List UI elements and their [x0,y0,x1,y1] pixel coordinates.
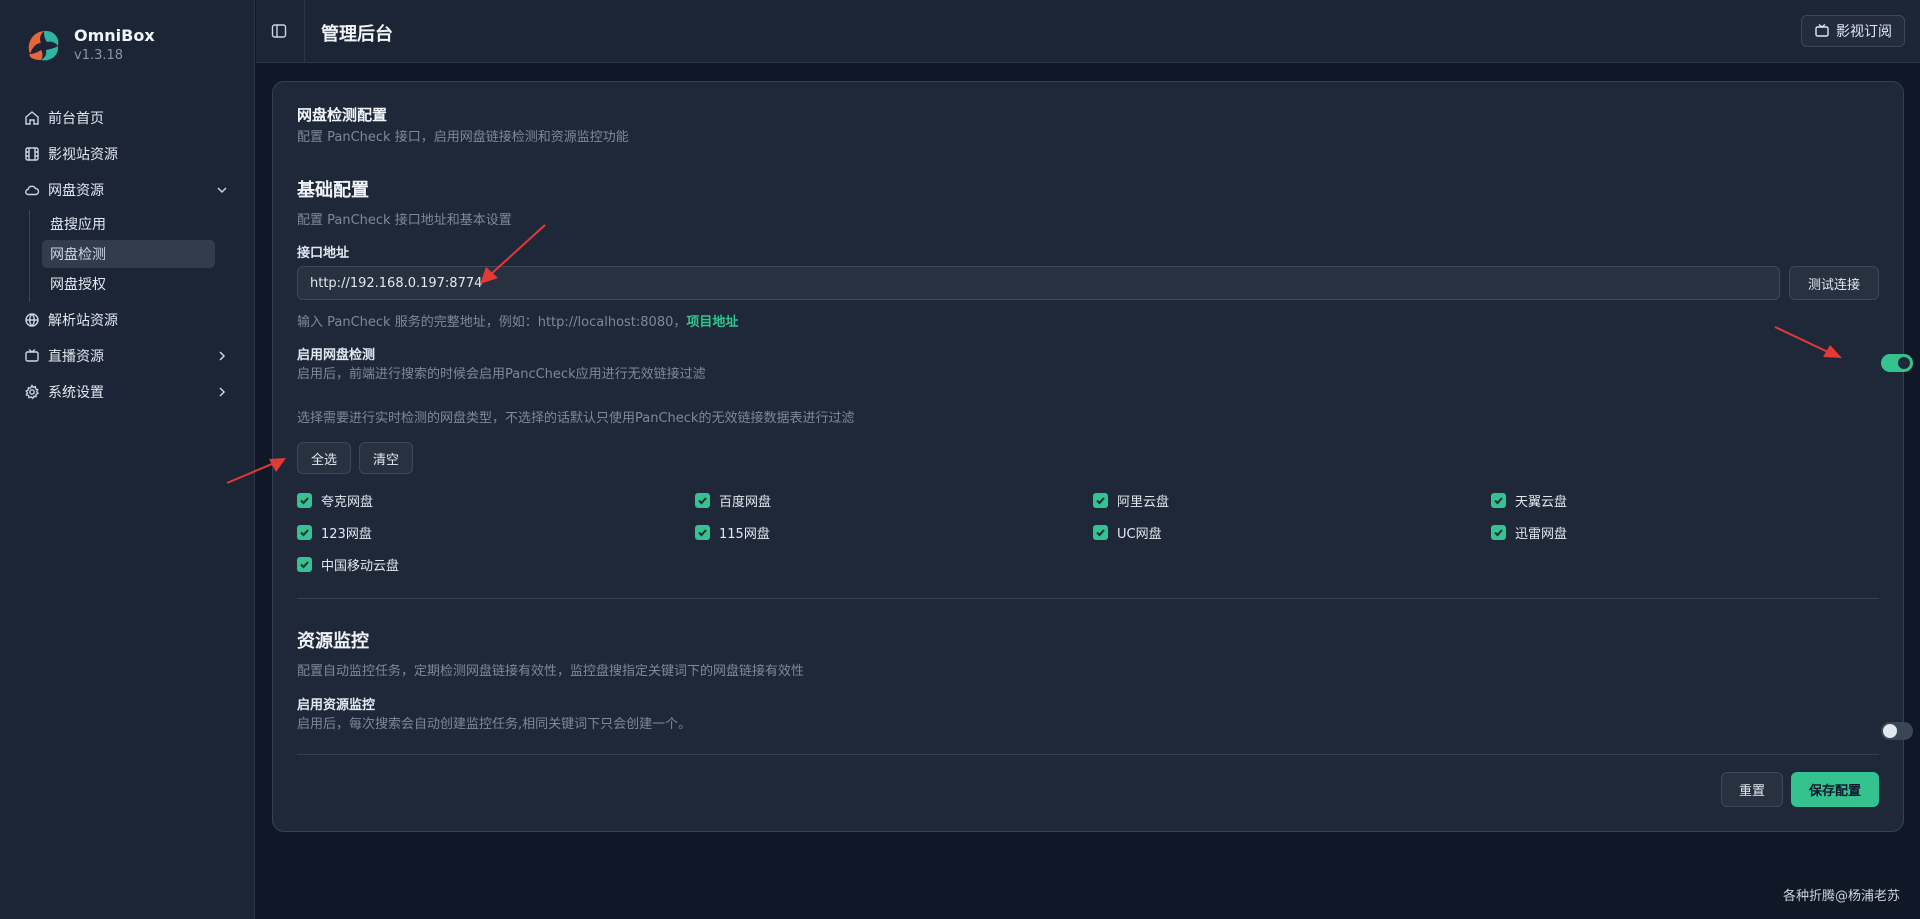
chevron-right-icon [216,349,230,363]
drive-checkbox-uc[interactable]: UC网盘 [1093,523,1162,542]
api-url-input[interactable]: http://192.168.0.197:8774 [297,266,1780,300]
checkbox-checked-icon [1491,493,1506,508]
enable-monitor-title: 启用资源监控 [297,698,376,713]
sidebar-item-pansou-app[interactable]: 盘搜应用 [42,210,215,238]
checkbox-checked-icon [695,525,710,540]
monitor-title: 资源监控 [297,631,369,652]
reset-button[interactable]: 重置 [1721,772,1783,807]
toggle-knob [1898,357,1910,369]
tv-icon [1815,23,1829,37]
sidebar-item-label: 解析站资源 [48,313,118,329]
drive-checkbox-xunlei[interactable]: 迅雷网盘 [1491,523,1567,542]
checkbox-checked-icon [695,493,710,508]
drive-label: 阿里云盘 [1117,495,1170,510]
netdisk-check-card: 网盘检测配置 配置 PanCheck 接口，启用网盘链接检测和资源监控功能 基础… [272,81,1913,832]
save-config-button[interactable]: 保存配置 [1791,772,1879,807]
section-divider [297,598,1879,599]
chevron-down-icon [216,183,230,197]
film-icon [24,146,40,162]
api-url-hint: 输入 PanCheck 服务的完整地址，例如：http://localhost:… [297,311,738,330]
api-url-hint-text: 输入 PanCheck 服务的完整地址，例如：http://localhost:… [297,315,687,330]
home-icon [24,110,40,126]
drive-select-desc: 选择需要进行实时检测的网盘类型，不选择的话默认只使用PanCheck的无效链接数… [297,411,855,426]
checkbox-checked-icon [1491,525,1506,540]
drive-label: 123网盘 [321,527,372,542]
sidebar-item-film-sites[interactable]: 影视站资源 [12,136,242,172]
drive-label: 115网盘 [719,527,770,542]
sidebar-nav: 前台首页 影视站资源 网盘资源 盘搜应用 网盘检测 网盘授权 解析站资源 直播资… [12,100,242,410]
section-desc: 配置 PanCheck 接口，启用网盘链接检测和资源监控功能 [297,130,629,145]
enable-monitor-toggle[interactable] [1881,722,1913,740]
drive-label: 夸克网盘 [321,495,374,510]
basic-config-title: 基础配置 [297,180,369,201]
project-link[interactable]: 项目地址 [686,315,738,330]
drive-label: 百度网盘 [719,495,772,510]
top-header: 管理后台 影视订阅 [256,0,1920,63]
app-name: OmniBox [74,26,155,45]
app-version: v1.3.18 [74,48,124,63]
sidebar-item-settings[interactable]: 系统设置 [12,374,242,410]
drive-checkbox-tianyi[interactable]: 天翼云盘 [1491,491,1567,510]
globe-icon [24,312,40,328]
drive-checkbox-123[interactable]: 123网盘 [297,523,372,542]
test-connection-button[interactable]: 测试连接 [1789,266,1879,300]
sidebar-item-label: 直播资源 [48,349,104,365]
api-url-label: 接口地址 [297,246,350,261]
drive-label: 迅雷网盘 [1515,527,1568,542]
sidebar-item-netdisk-auth[interactable]: 网盘授权 [42,270,215,298]
subscribe-button[interactable]: 影视订阅 [1801,15,1905,47]
clear-button[interactable]: 清空 [359,442,413,474]
drive-label: 天翼云盘 [1515,495,1568,510]
checkbox-checked-icon [297,525,312,540]
sidebar-item-netdisk[interactable]: 网盘资源 [12,172,242,208]
sidebar-item-label: 系统设置 [48,385,104,401]
monitor-desc: 配置自动监控任务，定期检测网盘链接有效性，监控盘搜指定关键词下的网盘链接有效性 [297,664,805,679]
page-title: 管理后台 [321,24,393,45]
sidebar-item-netdisk-check[interactable]: 网盘检测 [42,240,215,268]
enable-monitor-desc: 启用后，每次搜索会自动创建监控任务,相同关键词下只会创建一个。 [297,717,692,732]
enable-check-toggle[interactable] [1881,354,1913,372]
sidebar: OmniBox v1.3.18 前台首页 影视站资源 网盘资源 盘搜应用 网盘检… [0,0,255,919]
sidebar-item-label: 网盘资源 [48,183,104,199]
checkbox-checked-icon [1093,525,1108,540]
select-all-button[interactable]: 全选 [297,442,351,474]
sidebar-item-live[interactable]: 直播资源 [12,338,242,374]
panel-left-icon [271,24,287,38]
sidebar-item-label: 前台首页 [48,111,104,127]
enable-check-title: 启用网盘检测 [297,348,376,363]
drive-checkbox-quark[interactable]: 夸克网盘 [297,491,373,510]
toggle-knob [1883,724,1897,738]
watermark-text: 各种折腾@杨浦老苏 [1782,889,1900,904]
checkbox-checked-icon [1093,493,1108,508]
brand[interactable]: OmniBox v1.3.18 [22,24,155,66]
basic-config-desc: 配置 PanCheck 接口地址和基本设置 [297,213,512,228]
drive-checkbox-chinamobile[interactable]: 中国移动云盘 [297,555,399,574]
drive-label: 中国移动云盘 [321,559,400,574]
sidebar-item-label: 影视站资源 [48,147,118,163]
sidebar-item-home[interactable]: 前台首页 [12,100,242,136]
sidebar-item-parse-sites[interactable]: 解析站资源 [12,302,242,338]
header-divider [304,0,305,63]
section-title: 网盘检测配置 [297,106,388,124]
drive-checkbox-115[interactable]: 115网盘 [695,523,770,542]
drive-label: UC网盘 [1117,527,1162,542]
gear-icon [24,384,40,400]
netdisk-subnav: 盘搜应用 网盘检测 网盘授权 [29,210,242,302]
checkbox-checked-icon [297,493,312,508]
drive-checkbox-aliyun[interactable]: 阿里云盘 [1093,491,1169,510]
cloud-icon [24,182,40,198]
checkbox-checked-icon [297,557,312,572]
chevron-right-icon [216,385,230,399]
drive-checkbox-baidu[interactable]: 百度网盘 [695,491,771,510]
omnibox-logo [28,30,59,61]
footer-divider [297,754,1879,755]
enable-check-desc: 启用后，前端进行搜索的时候会启用PancCheck应用进行无效链接过滤 [297,367,706,382]
sidebar-toggle-button[interactable] [270,22,288,40]
subscribe-label: 影视订阅 [1836,24,1892,40]
tv-icon [24,348,40,364]
